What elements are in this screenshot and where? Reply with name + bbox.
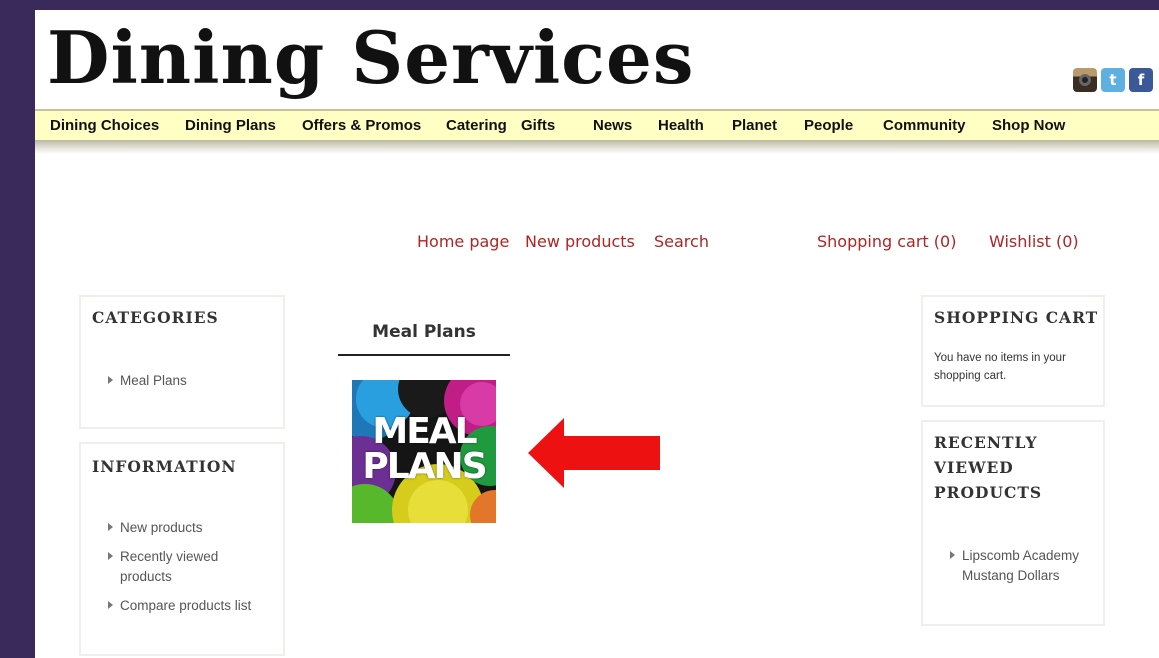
nav-item-planet[interactable]: Planet: [732, 117, 777, 134]
masthead: Dining Services t f: [35, 10, 1159, 110]
info-item-recently-viewed[interactable]: Recently viewed products: [108, 547, 248, 587]
bullet-arrow-icon: [108, 376, 113, 384]
shopping-cart-block: SHOPPING CART You have no items in your …: [921, 295, 1105, 407]
site-title[interactable]: Dining Services: [47, 16, 694, 100]
wishlist-link[interactable]: Wishlist (0): [989, 232, 1079, 251]
shopping-cart-empty-message: You have no items in your shopping cart.: [934, 352, 1066, 382]
facebook-icon[interactable]: f: [1129, 68, 1153, 92]
recently-viewed-title: RECENTLY VIEWED PRODUCTS: [934, 433, 1043, 502]
recently-viewed-block: RECENTLY VIEWED PRODUCTS Lipscomb Academ…: [921, 420, 1105, 626]
nav-item-health[interactable]: Health: [658, 117, 704, 134]
page-frame: Dining Services t f Dining Choices Dinin…: [35, 10, 1159, 658]
twitter-icon[interactable]: t: [1101, 68, 1125, 92]
categories-title: CATEGORIES: [92, 308, 219, 327]
shopping-cart-link[interactable]: Shopping cart (0): [817, 232, 956, 251]
category-heading-underline: [338, 354, 510, 356]
nav-item-community[interactable]: Community: [883, 117, 966, 134]
recently-viewed-item[interactable]: Lipscomb Academy Mustang Dollars: [950, 546, 1090, 586]
nav-item-catering[interactable]: Catering: [446, 117, 507, 134]
search-link[interactable]: Search: [654, 232, 709, 251]
categories-block: CATEGORIES Meal Plans: [79, 295, 285, 429]
category-item-meal-plans[interactable]: Meal Plans: [108, 371, 278, 391]
bullet-arrow-icon: [108, 552, 113, 560]
information-title: INFORMATION: [92, 457, 237, 476]
nav-item-news[interactable]: News: [593, 117, 632, 134]
nav-item-dining-choices[interactable]: Dining Choices: [50, 117, 159, 134]
nav-item-gifts[interactable]: Gifts: [521, 117, 555, 134]
red-arrow-icon: [528, 418, 660, 488]
nav-item-shop-now[interactable]: Shop Now: [992, 117, 1065, 134]
nav-item-offers-promos[interactable]: Offers & Promos: [302, 117, 421, 134]
header-links: Home page New products Search Shopping c…: [35, 232, 1159, 254]
shopping-cart-title: SHOPPING CART: [934, 308, 1099, 327]
information-block: INFORMATION New products Recently viewed…: [79, 442, 285, 656]
main-nav: Dining Choices Dining Plans Offers & Pro…: [35, 109, 1159, 140]
new-products-link[interactable]: New products: [525, 232, 635, 251]
bullet-arrow-icon: [108, 601, 113, 609]
bullet-arrow-icon: [950, 551, 955, 559]
info-item-new-products[interactable]: New products: [108, 518, 268, 538]
nav-shadow: [35, 140, 1159, 154]
bullet-arrow-icon: [108, 523, 113, 531]
instagram-icon[interactable]: [1073, 68, 1097, 92]
category-heading[interactable]: Meal Plans: [338, 322, 510, 342]
meal-plans-category-image[interactable]: MEAL PLANS: [352, 380, 496, 523]
nav-item-dining-plans[interactable]: Dining Plans: [185, 117, 276, 134]
red-arrow-shape: [528, 418, 660, 488]
meal-plans-image-text: MEAL PLANS: [362, 411, 487, 487]
home-page-link[interactable]: Home page: [417, 232, 509, 251]
info-item-compare-products[interactable]: Compare products list: [108, 596, 278, 616]
nav-item-people[interactable]: People: [804, 117, 853, 134]
social-links: t f: [1073, 68, 1153, 92]
